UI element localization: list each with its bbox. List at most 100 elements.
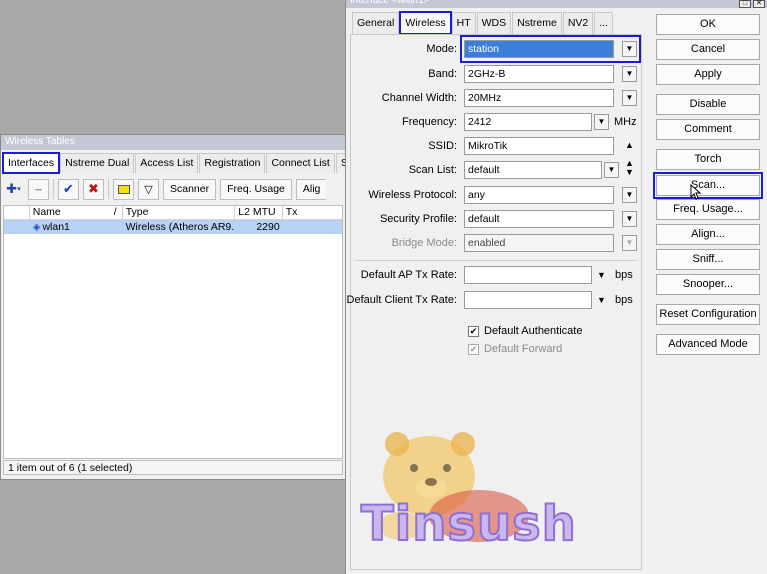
check-icon: ✔ xyxy=(468,325,479,337)
tab-connect-list[interactable]: Connect List xyxy=(266,153,335,173)
tab-nstreme[interactable]: Nstreme xyxy=(512,12,562,34)
chevron-down-icon[interactable]: ▼ xyxy=(622,66,637,82)
bridge-mode-select: enabled xyxy=(464,234,614,252)
chevron-down-icon[interactable]: ▼ xyxy=(622,187,637,203)
default-ap-tx-rate-unit: bps xyxy=(615,269,633,281)
cancel-button[interactable]: Cancel xyxy=(656,39,760,60)
reset-configuration-button[interactable]: Reset Configuration xyxy=(656,304,760,325)
mouse-cursor-icon xyxy=(690,184,702,200)
frequency-unit: MHz xyxy=(614,116,637,128)
scan-list-select[interactable]: default xyxy=(464,161,602,179)
toolbar-divider xyxy=(108,179,109,199)
tab-interfaces[interactable]: Interfaces xyxy=(1,152,61,174)
column-header-flags[interactable] xyxy=(4,206,30,220)
wireless-protocol-label: Wireless Protocol: xyxy=(368,189,457,201)
collapse-up-icon[interactable]: ▲ xyxy=(625,140,634,150)
default-client-tx-rate-label: Default Client Tx Rate: xyxy=(346,294,457,306)
status-bar: 1 item out of 6 (1 selected) xyxy=(3,460,343,475)
ssid-input[interactable]: MikroTik xyxy=(464,137,614,155)
close-icon[interactable]: ✕ xyxy=(753,0,765,8)
torch-button[interactable]: Torch xyxy=(656,149,760,170)
row-l2mtu: 2290 xyxy=(256,221,280,233)
chevron-down-icon[interactable]: ▼ xyxy=(597,295,606,305)
enable-check-icon[interactable]: ✔ xyxy=(58,178,79,200)
window-title: Interface <wlan1> xyxy=(346,0,767,8)
tab-more[interactable]: ... xyxy=(594,12,614,34)
tab-wds[interactable]: WDS xyxy=(476,12,512,34)
security-profile-select[interactable]: default xyxy=(464,210,614,228)
row-name-cell: ◈ wlan1 xyxy=(30,221,123,233)
add-remove-stepper-icon[interactable]: ▲ ▼ xyxy=(625,159,634,177)
maximize-icon[interactable]: □ xyxy=(739,0,751,8)
default-forward-label: Default Forward xyxy=(484,343,563,355)
security-profile-label: Security Profile: xyxy=(379,213,457,225)
window-title: Wireless Tables xyxy=(1,135,345,150)
scan-button[interactable]: Scan... xyxy=(653,172,763,199)
watermark-text: Tinsush xyxy=(360,495,577,553)
add-icon[interactable]: ✚ ▾ xyxy=(3,179,24,200)
frequency-label: Frequency: xyxy=(401,116,457,128)
table-row[interactable]: ◈ wlan1 Wireless (Atheros AR9... 2290 xyxy=(4,220,342,234)
advanced-mode-button[interactable]: Advanced Mode xyxy=(656,334,760,355)
tab-nstreme-dual[interactable]: Nstreme Dual xyxy=(60,153,135,173)
default-authenticate-label: Default Authenticate xyxy=(484,325,583,337)
column-header-l2mtu[interactable]: L2 MTU xyxy=(235,206,283,220)
interface-window: Interface <wlan1> □ ✕ General Wireless H… xyxy=(345,0,767,574)
default-client-tx-rate-input[interactable] xyxy=(464,291,592,309)
comment-button[interactable]: Comment xyxy=(656,119,760,140)
tab-registration[interactable]: Registration xyxy=(199,153,266,173)
mode-label: Mode: xyxy=(426,43,457,55)
wireless-protocol-select[interactable]: any xyxy=(464,186,614,204)
tab-wireless[interactable]: Wireless xyxy=(399,11,452,35)
row-type: Wireless (Atheros AR9... xyxy=(125,221,236,233)
default-ap-tx-rate-input[interactable] xyxy=(464,266,592,284)
window-controls: □ ✕ xyxy=(739,0,765,8)
tab-ht[interactable]: HT xyxy=(451,12,476,34)
sniff-button[interactable]: Sniff... xyxy=(656,249,760,270)
default-ap-tx-rate-label: Default AP Tx Rate: xyxy=(360,269,457,281)
freq-usage-button[interactable]: Freq. Usage... xyxy=(656,199,760,220)
wireless-tables-window: Wireless Tables Interfaces Nstreme Dual … xyxy=(0,134,359,480)
column-header-tx[interactable]: Tx xyxy=(283,206,342,220)
default-authenticate-checkbox[interactable]: ✔ Default Authenticate xyxy=(468,325,582,337)
band-label: Band: xyxy=(428,68,457,80)
tab-bar: Interfaces Nstreme Dual Access List Regi… xyxy=(1,152,360,174)
tab-bar: General Wireless HT WDS Nstreme NV2 ... xyxy=(352,11,614,35)
ok-button[interactable]: OK xyxy=(656,14,760,35)
interfaces-table: Name / Type L2 MTU Tx ◈ wlan1 Wireless (A… xyxy=(3,205,343,459)
remove-icon[interactable]: − xyxy=(28,178,49,200)
tab-access-list[interactable]: Access List xyxy=(135,153,199,173)
chevron-down-icon[interactable]: ▼ xyxy=(597,270,606,280)
tab-nv2[interactable]: NV2 xyxy=(562,12,594,34)
default-client-tx-rate-unit: bps xyxy=(615,294,633,306)
column-header-name[interactable]: Name xyxy=(30,206,111,220)
chevron-down-icon[interactable]: ▼ xyxy=(604,162,619,178)
frequency-select[interactable]: 2412 xyxy=(464,113,592,131)
row-name: wlan1 xyxy=(42,221,70,233)
channel-width-select[interactable]: 20MHz xyxy=(464,89,614,107)
freq-usage-button[interactable]: Freq. Usage xyxy=(220,178,292,200)
snooper-button[interactable]: Snooper... xyxy=(656,274,760,295)
chevron-down-icon[interactable]: ▼ xyxy=(622,211,637,227)
scan-list-label: Scan List: xyxy=(408,164,457,176)
mode-highlight xyxy=(460,35,641,63)
section-divider xyxy=(355,260,637,261)
tab-general[interactable]: General xyxy=(352,12,400,34)
wireless-interface-icon: ◈ xyxy=(32,221,41,233)
scanner-button[interactable]: Scanner xyxy=(163,178,217,200)
band-select[interactable]: 2GHz-B xyxy=(464,65,614,83)
apply-button[interactable]: Apply xyxy=(656,64,760,85)
filter-icon[interactable]: ▽ xyxy=(138,178,159,200)
check-icon: ✔ xyxy=(468,343,479,355)
chevron-down-icon[interactable]: ▼ xyxy=(622,90,637,106)
sort-indicator: / xyxy=(111,206,123,220)
align-button[interactable]: Align... xyxy=(656,224,760,245)
chevron-down-icon[interactable]: ▼ xyxy=(594,114,609,130)
default-forward-checkbox: ✔ Default Forward xyxy=(468,343,562,355)
column-header-type[interactable]: Type xyxy=(123,206,236,220)
ssid-label: SSID: xyxy=(428,140,457,152)
disable-x-icon[interactable]: ✖ xyxy=(83,178,104,200)
comment-icon[interactable] xyxy=(113,178,134,200)
disable-button[interactable]: Disable xyxy=(656,94,760,115)
chevron-down-icon: ▼ xyxy=(622,235,637,251)
